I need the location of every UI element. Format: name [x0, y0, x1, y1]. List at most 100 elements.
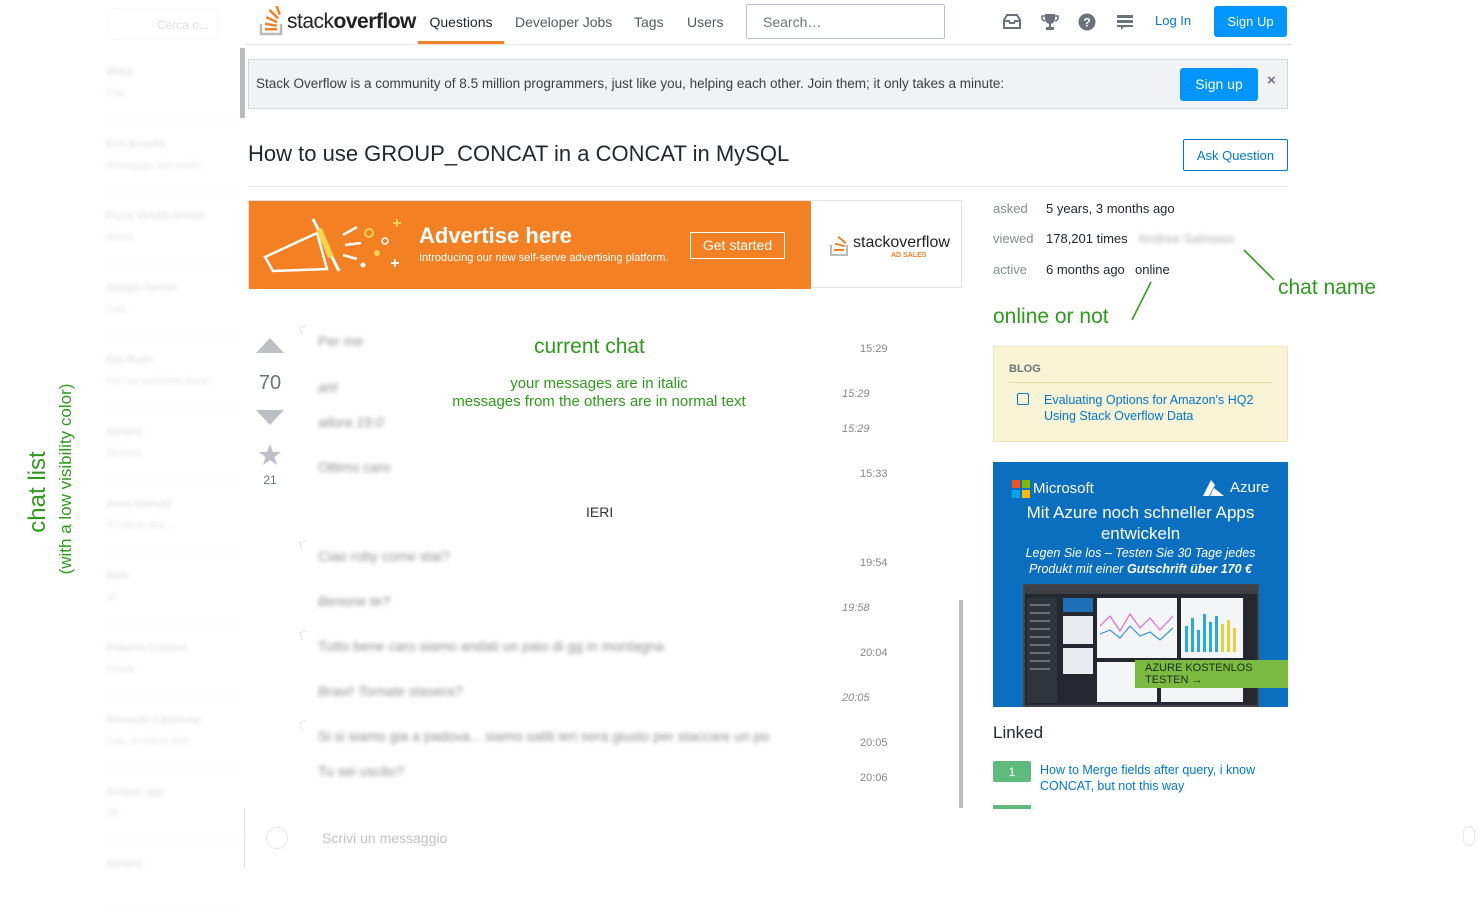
- ask-question-button[interactable]: Ask Question: [1183, 139, 1288, 171]
- inbox-icon[interactable]: [1001, 11, 1023, 33]
- composer-divider: [244, 808, 245, 868]
- message-time: 19:58: [842, 602, 870, 614]
- favorite-star-icon[interactable]: [258, 443, 282, 467]
- ad-get-started-button[interactable]: Get started: [690, 232, 785, 259]
- chat-list-item-name: Riccardo Casseuse: [106, 714, 202, 726]
- favorite-count: 21: [263, 473, 277, 487]
- search-input[interactable]: Search…: [746, 4, 945, 39]
- chat-list-scrollbar[interactable]: [240, 48, 245, 118]
- message-input[interactable]: Scrivi un messaggio: [322, 830, 447, 846]
- azure-ad[interactable]: Microsoft Azure Mit Azure noch schneller…: [993, 462, 1288, 707]
- chat-message: Tu sei uscito?: [318, 763, 404, 779]
- bubble-tail: [298, 324, 310, 336]
- linked-question-link[interactable]: How to Merge fields after query, i know …: [1040, 762, 1280, 794]
- ad-orange-panel: Advertise here Introducing our new self-…: [249, 201, 811, 289]
- trophy-icon[interactable]: [1039, 11, 1061, 33]
- azure-cta-button[interactable]: AZURE KOSTENLOS TESTEN →: [1135, 660, 1288, 688]
- divider: [248, 186, 1288, 187]
- chat-search-input[interactable]: Cerca o...: [106, 8, 218, 40]
- message-time: 20:05: [860, 737, 888, 749]
- chat-list-item-name: Giorgio Ferrari: [106, 282, 177, 294]
- chat-list-item-preview: Ciao: [106, 304, 127, 315]
- chat-list-item-preview: Ok: [106, 808, 119, 819]
- blog-divider: [1009, 382, 1272, 383]
- blog-post-link[interactable]: Evaluating Options for Amazon's HQ2 Usin…: [1044, 392, 1274, 424]
- viewed-value: 178,201 times: [1046, 231, 1128, 246]
- chat-list-item[interactable]: Babi ok: [104, 552, 240, 624]
- chat-list-item[interactable]: Mirko Foto: [104, 48, 240, 120]
- banner-close-icon[interactable]: ×: [1267, 72, 1276, 89]
- svg-text:?: ?: [1083, 16, 1090, 30]
- emoji-icon[interactable]: [266, 827, 288, 849]
- chat-message: Si si siamo gia a padova... siamo saliti…: [318, 728, 770, 744]
- azure-dashboard-screenshot: [1023, 584, 1259, 707]
- azure-headline: Mit Azure noch schneller Apps entwickeln: [1026, 503, 1255, 543]
- chat-list-item-preview: Foto: [106, 88, 127, 99]
- chat-list-item-name: Simone: [106, 426, 144, 438]
- viewed-label: viewed: [993, 231, 1034, 246]
- chat-list-item-preview: Per me andrebbe bene...: [106, 376, 217, 387]
- nav-developer-jobs[interactable]: Developer Jobs: [515, 0, 612, 44]
- downvote-arrow-icon[interactable]: [256, 410, 284, 425]
- message-time: 20:04: [860, 647, 888, 659]
- signup-button[interactable]: Sign Up: [1214, 6, 1287, 37]
- chat-list-item[interactable]: Giorgio Ferrari Ciao: [104, 264, 240, 336]
- chat-list-item[interactable]: Ervi Bruschi Messaggio tipo audio: [104, 120, 240, 192]
- bubble-tail: [298, 719, 310, 731]
- chat-scrollbar[interactable]: [959, 600, 963, 808]
- message-time: 15:29: [842, 423, 870, 435]
- ad-subline: Introducing our new self-serve advertisi…: [419, 252, 669, 264]
- chat-list-item-name: Anna Manuel: [106, 498, 171, 510]
- chat-message: Per me: [318, 333, 364, 349]
- message-time: 15:29: [860, 343, 888, 355]
- chat-list-item-preview: ok: [106, 592, 117, 603]
- chat-message-mine: ant: [318, 379, 338, 395]
- ad-brand: stackoverflow: [853, 234, 950, 251]
- microphone-icon[interactable]: [1463, 826, 1475, 846]
- chat-list-item-name: Mirko: [106, 66, 133, 78]
- chat-list-item-name: Ervi Bruschi: [106, 138, 165, 150]
- chat-list-item[interactable]: Simone: [104, 840, 240, 912]
- upvote-arrow-icon[interactable]: [256, 338, 284, 353]
- active-label: active: [993, 262, 1027, 277]
- site-switcher-icon[interactable]: [1114, 11, 1136, 33]
- logo-suffix: overflow: [333, 10, 417, 33]
- annotation-current-chat: current chat: [534, 335, 645, 358]
- arrow-right-icon: →: [1191, 674, 1203, 686]
- chat-list-item[interactable]: Riccardo Casseuse Ciao, ti volevo dire: [104, 696, 240, 768]
- chat-list-item-preview: Ti volevo dire...: [106, 520, 174, 531]
- nav-tags[interactable]: Tags: [634, 0, 664, 44]
- chat-message-mine: allora 19:0: [318, 414, 384, 430]
- banner-text: Stack Overflow is a community of 8.5 mil…: [256, 76, 1005, 91]
- nav-users[interactable]: Users: [687, 0, 724, 44]
- question-title[interactable]: How to use GROUP_CONCAT in a CONCAT in M…: [248, 141, 789, 167]
- chat-list-item-preview: Marco: [106, 232, 134, 243]
- chat-list-item[interactable]: Simone Va bene: [104, 408, 240, 480]
- chat-message-mine: Benone te?: [318, 593, 390, 609]
- advertise-banner[interactable]: Advertise here Introducing our new self-…: [248, 200, 962, 289]
- stackoverflow-logo[interactable]: stackoverflow: [259, 6, 416, 38]
- linked-score-badge[interactable]: 1: [993, 761, 1031, 782]
- chat-list-item-name: Simone: [106, 858, 144, 870]
- chat-list-item-preview: Messaggio tipo audio: [106, 160, 201, 171]
- nav-questions[interactable]: Questions: [418, 0, 504, 44]
- ad-headline: Advertise here: [419, 223, 572, 248]
- help-icon[interactable]: ?: [1076, 11, 1098, 33]
- chat-list-item[interactable]: Gruppo gigi Ok: [104, 768, 240, 840]
- linked-heading: Linked: [993, 723, 1044, 742]
- blog-box: BLOG Evaluating Options for Amazon's HQ2…: [993, 346, 1288, 442]
- chat-list-item[interactable]: Pizza Venditi Arrosti Marco: [104, 192, 240, 264]
- bubble-tail: [298, 629, 310, 641]
- chat-list-item[interactable]: Roberta Cristina Grazie: [104, 624, 240, 696]
- chat-list-item-preview: Ciao, ti volevo dire: [106, 736, 189, 747]
- banner-signup-button[interactable]: Sign up: [1180, 68, 1258, 101]
- chat-message-mine: Bravi! Tornate stasera?: [318, 683, 463, 699]
- annotation-arrows: [1131, 249, 1275, 321]
- message-time: 15:29: [842, 388, 870, 400]
- chat-list-item[interactable]: Anna Manuel Ti volevo dire...: [104, 480, 240, 552]
- login-link[interactable]: Log In: [1155, 13, 1191, 28]
- blog-heading: BLOG: [1009, 363, 1041, 375]
- chat-list-item[interactable]: Elia Ruim Per me andrebbe bene...: [104, 336, 240, 408]
- chat-list-item-name: Roberta Cristina: [106, 642, 186, 654]
- chat-message: Ciao roby come stai?: [318, 548, 450, 564]
